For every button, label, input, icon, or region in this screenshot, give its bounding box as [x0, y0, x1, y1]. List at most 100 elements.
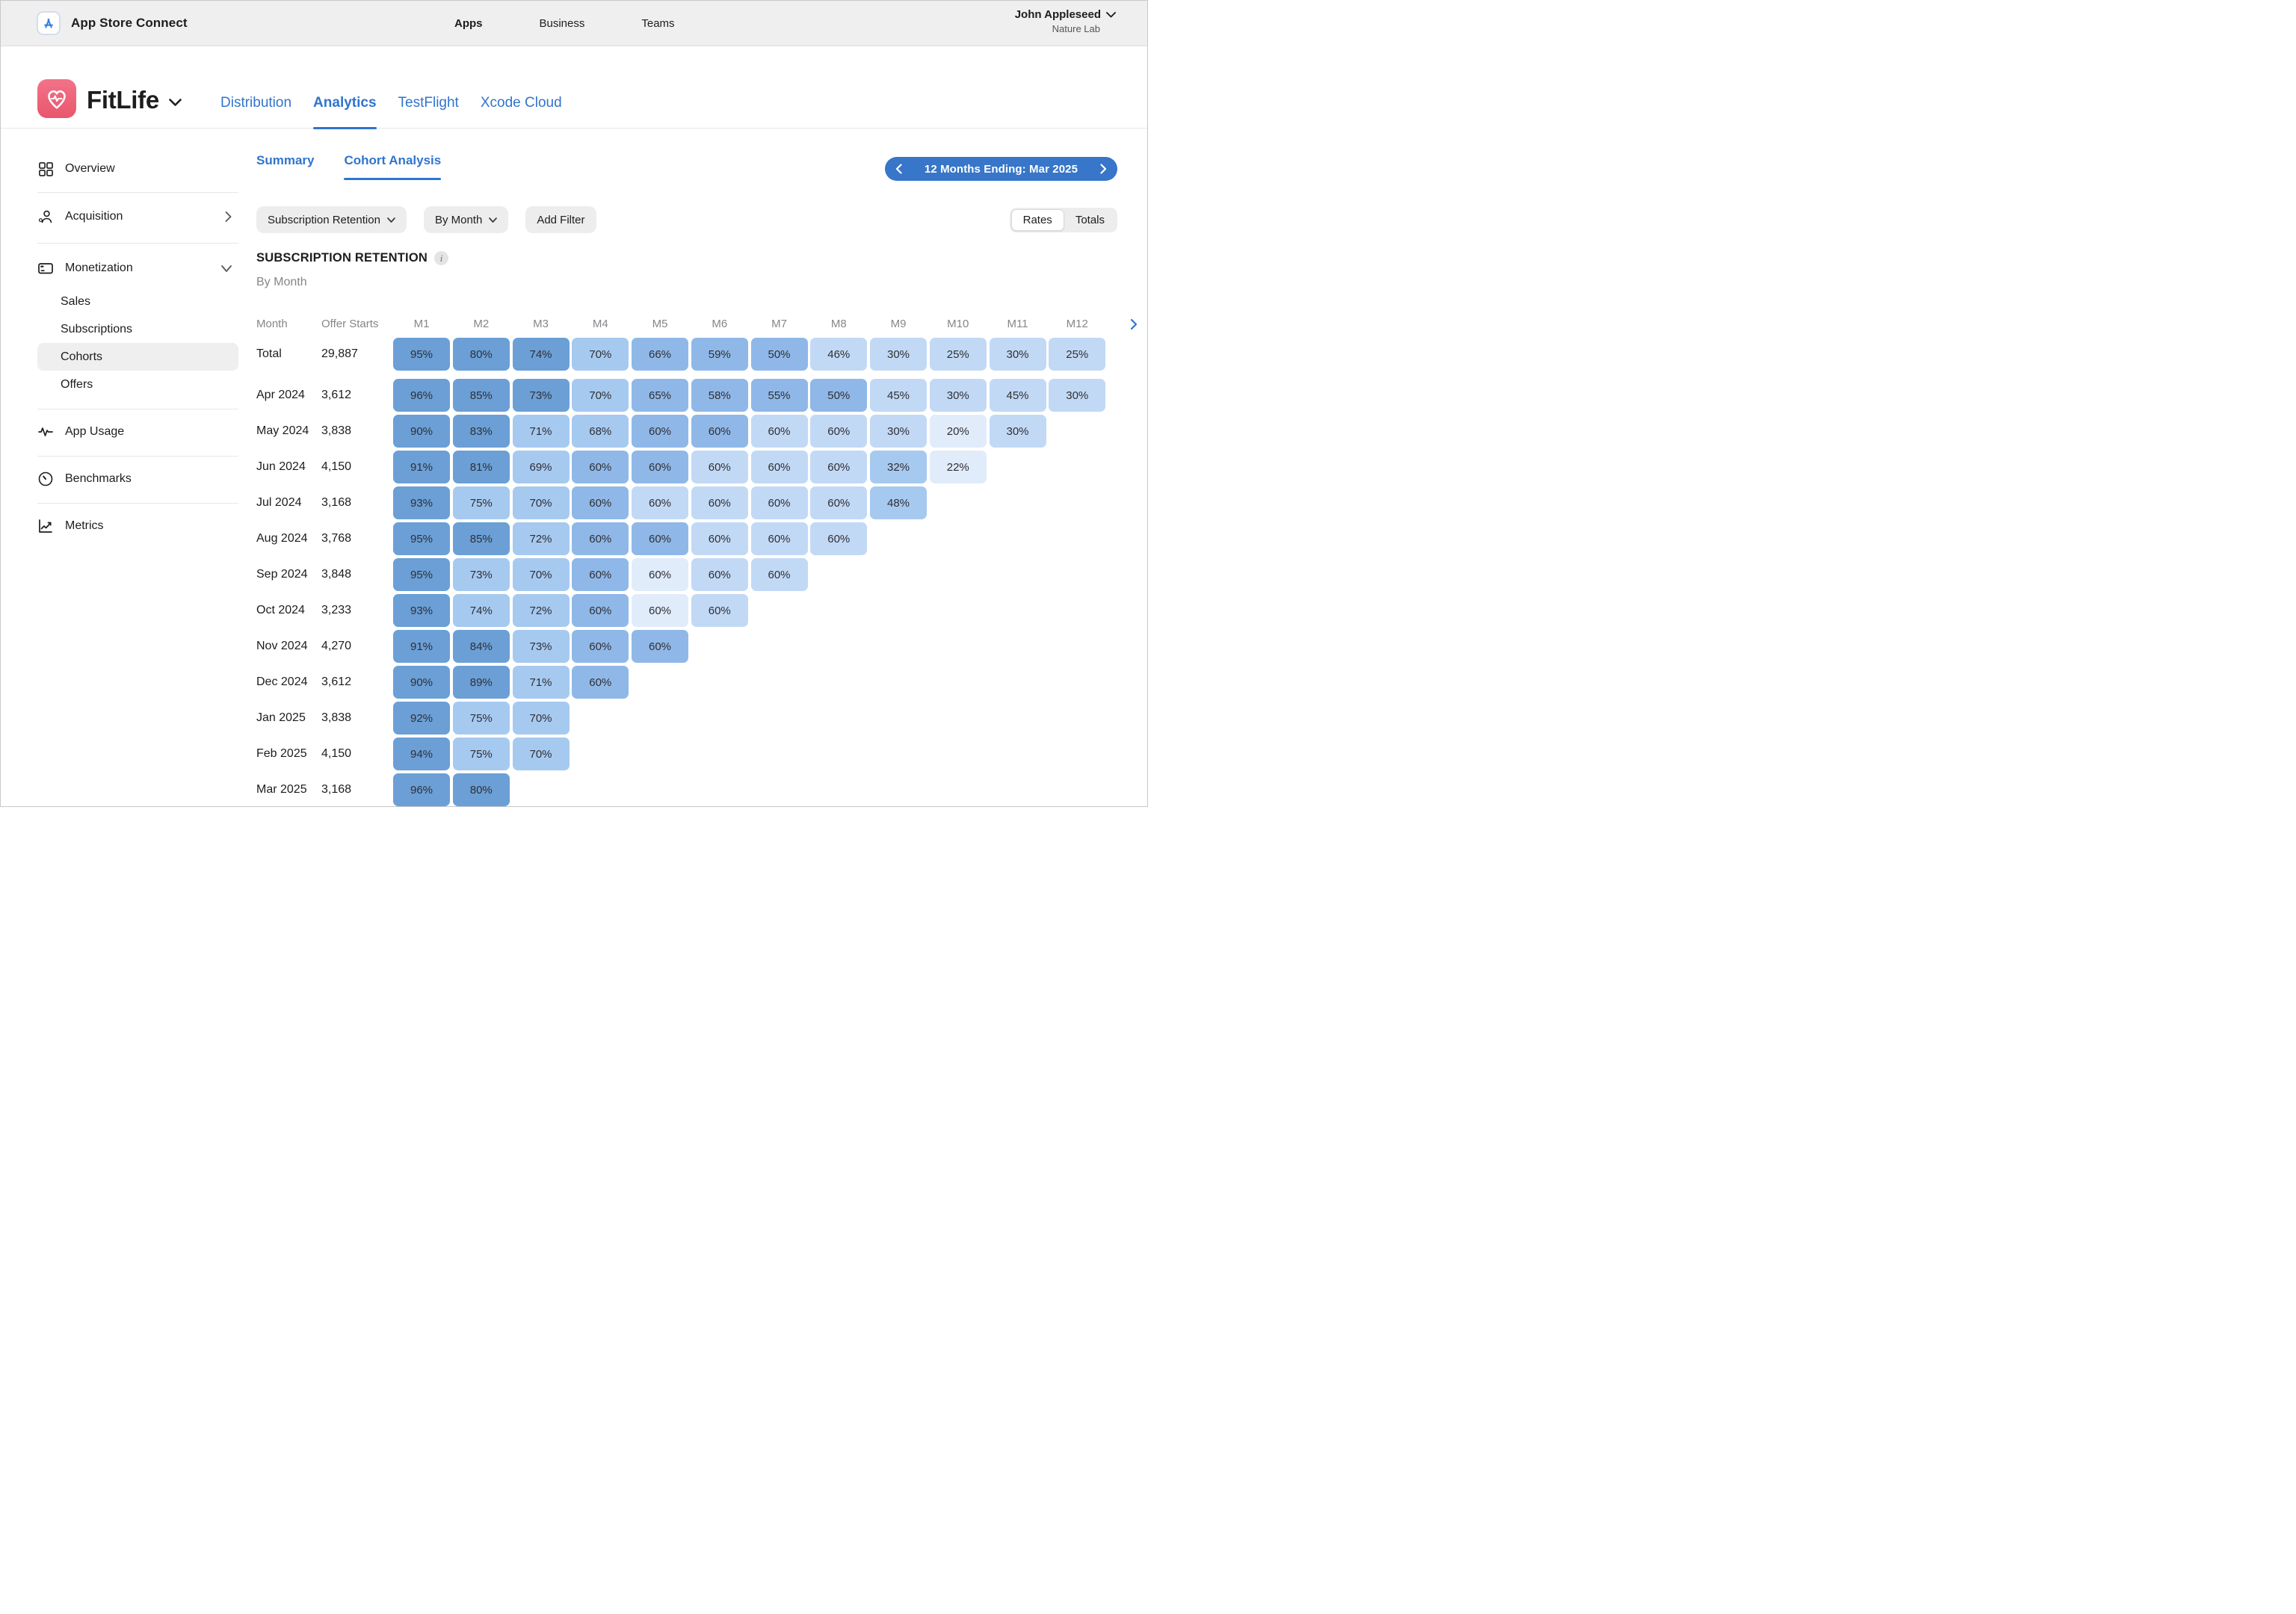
retention-cell[interactable]: 50% [810, 379, 867, 412]
retention-cell[interactable]: 70% [572, 338, 629, 371]
app-tab-testflight[interactable]: TestFlight [398, 95, 459, 129]
retention-cell[interactable]: 60% [572, 630, 629, 663]
scroll-right-icon[interactable] [1130, 318, 1138, 331]
retention-cell[interactable]: 30% [930, 379, 987, 412]
retention-cell[interactable]: 20% [930, 415, 987, 448]
retention-cell[interactable]: 32% [870, 451, 927, 483]
retention-cell[interactable]: 85% [453, 379, 510, 412]
retention-cell[interactable]: 25% [1049, 338, 1105, 371]
retention-cell[interactable]: 73% [513, 379, 570, 412]
retention-cell[interactable]: 60% [751, 451, 808, 483]
retention-cell[interactable]: 81% [453, 451, 510, 483]
retention-cell[interactable]: 75% [453, 738, 510, 770]
retention-cell[interactable]: 91% [393, 451, 450, 483]
sidebar-item-acquisition[interactable]: Acquisition [37, 202, 238, 232]
retention-cell[interactable]: 70% [513, 558, 570, 591]
retention-cell[interactable]: 90% [393, 666, 450, 699]
retention-cell[interactable]: 95% [393, 338, 450, 371]
filter-subscription-retention[interactable]: Subscription Retention [256, 206, 407, 233]
retention-cell[interactable]: 96% [393, 773, 450, 806]
date-range-selector[interactable]: 12 Months Ending: Mar 2025 [885, 157, 1117, 181]
top-nav-apps[interactable]: Apps [454, 17, 483, 30]
retention-cell[interactable]: 74% [453, 594, 510, 627]
sidebar-item-benchmarks[interactable]: Benchmarks [37, 464, 238, 494]
retention-cell[interactable]: 80% [453, 773, 510, 806]
retention-cell[interactable]: 72% [513, 522, 570, 555]
retention-cell[interactable]: 75% [453, 702, 510, 735]
retention-cell[interactable]: 58% [691, 379, 748, 412]
retention-cell[interactable]: 60% [632, 558, 688, 591]
chevron-left-icon[interactable] [895, 164, 902, 174]
retention-cell[interactable]: 30% [1049, 379, 1105, 412]
retention-cell[interactable]: 30% [870, 415, 927, 448]
retention-cell[interactable]: 30% [990, 415, 1046, 448]
retention-cell[interactable]: 73% [453, 558, 510, 591]
top-nav-business[interactable]: Business [540, 17, 585, 30]
toggle-rates[interactable]: Rates [1011, 209, 1064, 231]
retention-cell[interactable]: 60% [572, 451, 629, 483]
retention-cell[interactable]: 60% [691, 558, 748, 591]
retention-cell[interactable]: 60% [810, 415, 867, 448]
retention-cell[interactable]: 60% [810, 486, 867, 519]
sidebar-item-app-usage[interactable]: App Usage [37, 417, 238, 447]
retention-cell[interactable]: 60% [572, 594, 629, 627]
retention-cell[interactable]: 60% [632, 522, 688, 555]
sidebar-item-subscriptions[interactable]: Subscriptions [37, 315, 238, 343]
retention-cell[interactable]: 85% [453, 522, 510, 555]
retention-cell[interactable]: 60% [751, 415, 808, 448]
retention-cell[interactable]: 30% [870, 338, 927, 371]
retention-cell[interactable]: 60% [691, 594, 748, 627]
retention-cell[interactable]: 60% [632, 451, 688, 483]
retention-cell[interactable]: 45% [990, 379, 1046, 412]
retention-cell[interactable]: 60% [572, 558, 629, 591]
retention-cell[interactable]: 72% [513, 594, 570, 627]
retention-cell[interactable]: 60% [691, 522, 748, 555]
retention-cell[interactable]: 60% [751, 522, 808, 555]
retention-cell[interactable]: 60% [632, 415, 688, 448]
retention-cell[interactable]: 73% [513, 630, 570, 663]
retention-cell[interactable]: 70% [513, 702, 570, 735]
retention-cell[interactable]: 60% [632, 594, 688, 627]
toggle-totals[interactable]: Totals [1064, 209, 1116, 231]
retention-cell[interactable]: 60% [810, 451, 867, 483]
retention-cell[interactable]: 46% [810, 338, 867, 371]
retention-cell[interactable]: 65% [632, 379, 688, 412]
retention-cell[interactable]: 71% [513, 415, 570, 448]
retention-cell[interactable]: 90% [393, 415, 450, 448]
retention-cell[interactable]: 60% [632, 486, 688, 519]
retention-cell[interactable]: 96% [393, 379, 450, 412]
retention-cell[interactable]: 70% [513, 738, 570, 770]
retention-cell[interactable]: 66% [632, 338, 688, 371]
retention-cell[interactable]: 83% [453, 415, 510, 448]
app-tab-analytics[interactable]: Analytics [313, 95, 376, 129]
retention-cell[interactable]: 70% [513, 486, 570, 519]
retention-cell[interactable]: 80% [453, 338, 510, 371]
sidebar-item-metrics[interactable]: Metrics [37, 511, 238, 541]
retention-cell[interactable]: 50% [751, 338, 808, 371]
retention-cell[interactable]: 30% [990, 338, 1046, 371]
user-menu[interactable]: John Appleseed Nature Lab [1015, 7, 1116, 35]
retention-cell[interactable]: 75% [453, 486, 510, 519]
retention-cell[interactable]: 60% [691, 451, 748, 483]
retention-cell[interactable]: 60% [810, 522, 867, 555]
retention-cell[interactable]: 55% [751, 379, 808, 412]
retention-cell[interactable]: 71% [513, 666, 570, 699]
retention-cell[interactable]: 60% [691, 486, 748, 519]
retention-cell[interactable]: 95% [393, 522, 450, 555]
sidebar-item-sales[interactable]: Sales [37, 288, 238, 315]
retention-cell[interactable]: 45% [870, 379, 927, 412]
tab-cohort-analysis[interactable]: Cohort Analysis [344, 153, 441, 180]
retention-cell[interactable]: 60% [572, 522, 629, 555]
app-title[interactable]: FitLife [87, 86, 182, 114]
retention-cell[interactable]: 89% [453, 666, 510, 699]
retention-cell[interactable]: 60% [632, 630, 688, 663]
retention-cell[interactable]: 60% [751, 486, 808, 519]
retention-cell[interactable]: 91% [393, 630, 450, 663]
retention-cell[interactable]: 60% [572, 666, 629, 699]
sidebar-item-offers[interactable]: Offers [37, 371, 238, 398]
top-nav-teams[interactable]: Teams [641, 17, 674, 30]
sidebar-item-monetization[interactable]: Monetization [37, 253, 238, 283]
info-icon[interactable]: i [434, 251, 448, 265]
retention-cell[interactable]: 59% [691, 338, 748, 371]
chevron-right-icon[interactable] [1100, 164, 1107, 174]
